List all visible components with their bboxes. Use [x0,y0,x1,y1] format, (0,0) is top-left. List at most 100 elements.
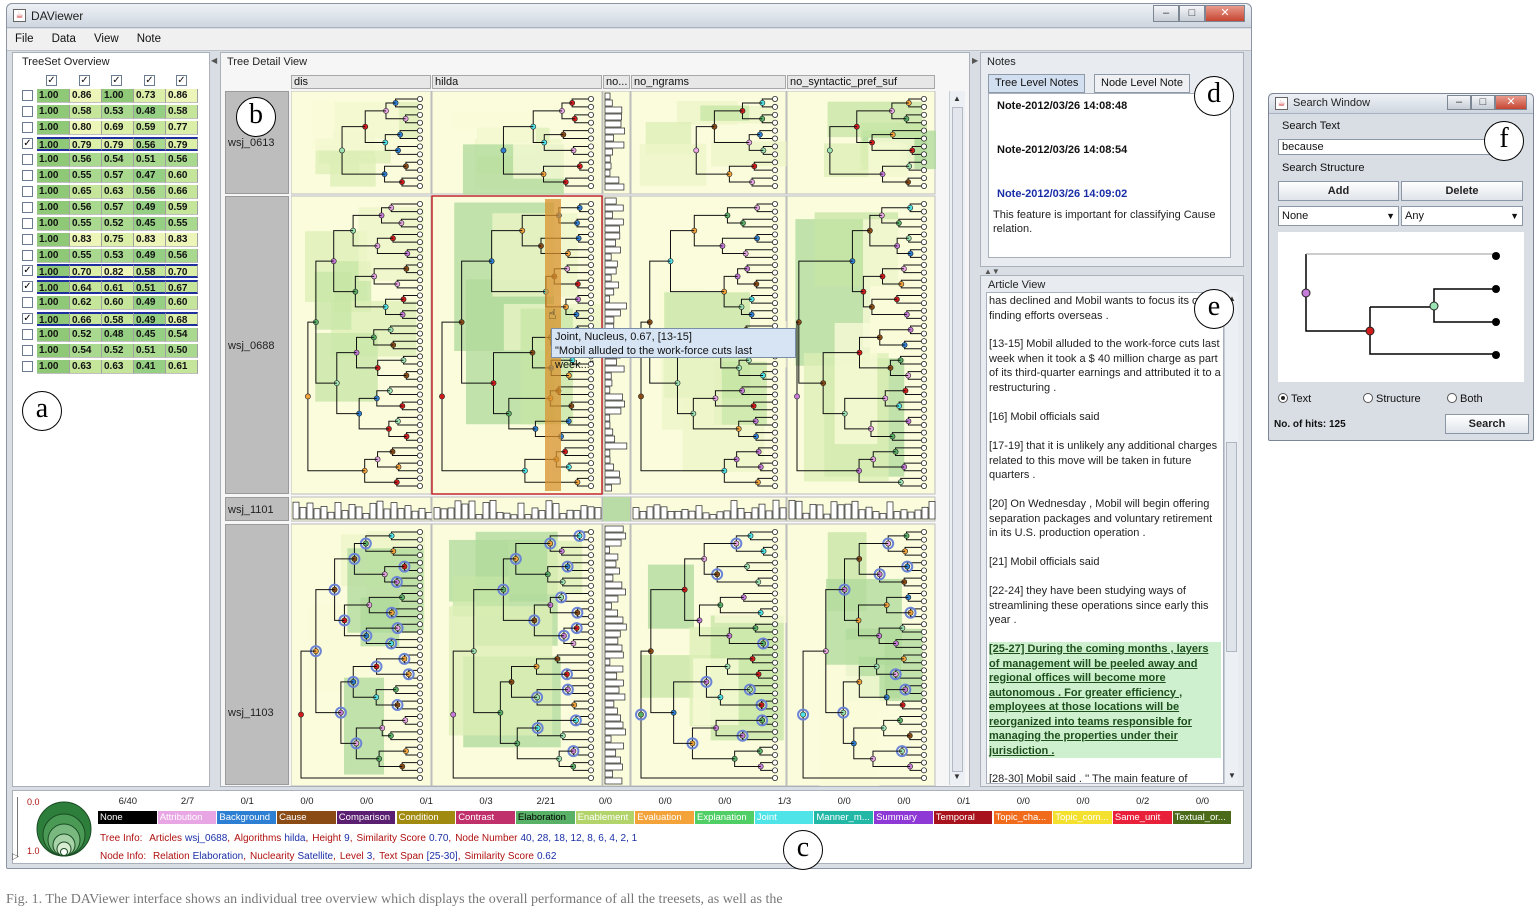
legend-relation-none[interactable]: None [98,811,158,824]
tab-node-level-note[interactable]: Node Level Note [1094,74,1190,93]
add-button[interactable]: Add [1278,181,1399,201]
legend-relation-textual-or[interactable]: Textual_or... [1172,811,1233,824]
detail-scrollbar[interactable]: ▲ ▼ [949,91,965,785]
legend-relation-contrast[interactable]: Contrast [456,811,516,824]
column-check-4[interactable]: ✓ [144,75,155,86]
treeset-row[interactable]: 1.00 0.65 0.63 0.56 0.66 [22,184,198,199]
scroll-thumb[interactable] [952,107,963,772]
treeset-cell[interactable]: 0.56 [166,248,198,263]
treeset-row[interactable]: 1.00 0.62 0.60 0.49 0.60 [22,296,198,311]
treeset-row[interactable]: 1.00 0.56 0.57 0.49 0.59 [22,200,198,215]
treeset-cell[interactable]: 1.00 [37,344,70,359]
treeset-cell[interactable]: 0.52 [70,328,102,343]
chevron-down-icon[interactable]: ▼ [1510,207,1519,225]
treeset-row[interactable]: 1.00 0.54 0.52 0.51 0.50 [22,344,198,359]
column-header-no-syntactic[interactable]: no_syntactic_pref_suf [787,75,935,89]
search-minimize-button[interactable]: – [1447,95,1471,110]
splitter-arrows-icon[interactable]: ▲▼ [984,267,1000,276]
legend-relation-condition[interactable]: Condition [396,811,457,824]
treeset-cell[interactable]: 0.66 [166,184,198,199]
tree-cell[interactable] [291,195,432,495]
column-header-no[interactable]: no... [603,75,630,89]
close-button[interactable]: ✕ [1205,5,1245,22]
treeset-cell[interactable]: 0.56 [134,136,166,151]
treeset-cell[interactable]: 0.45 [134,328,166,343]
treeset-cell[interactable]: 1.00 [37,89,70,103]
row-checkbox[interactable] [22,121,33,133]
column-check-3[interactable]: ✓ [111,75,122,86]
legend-relation-joint[interactable]: Joint [754,811,815,824]
scroll-down-icon[interactable]: ▼ [951,771,963,783]
menu-note[interactable]: Note [129,29,168,45]
treeset-cell[interactable]: 0.51 [134,152,166,167]
radio-structure[interactable]: Structure [1363,393,1421,405]
tree-cell[interactable] [602,523,631,786]
treeset-cell[interactable]: 0.60 [166,296,198,311]
row-checkbox[interactable] [22,90,33,101]
treeset-row[interactable]: 1.00 0.55 0.52 0.45 0.55 [22,216,198,231]
collapse-right-icon[interactable]: ▶ [972,56,978,65]
treeset-row[interactable]: 1.00 0.63 0.63 0.41 0.61 [22,360,198,375]
row-checkbox[interactable] [22,169,33,181]
treeset-cell[interactable]: 1.00 [37,248,70,263]
treeset-cell[interactable]: 0.57 [102,168,134,183]
treeset-cell[interactable]: 0.58 [134,264,166,279]
treeset-cell[interactable]: 0.79 [102,136,134,151]
row-checkbox[interactable] [22,249,33,261]
treeset-cell[interactable]: 0.56 [134,184,166,199]
treeset-cell[interactable]: 0.57 [102,200,134,215]
treeset-cell[interactable]: 0.49 [134,248,166,263]
treeset-cell[interactable]: 0.73 [134,89,166,103]
treeset-cell[interactable]: 1.00 [37,104,70,119]
column-header-dis[interactable]: dis [291,75,431,89]
treeset-cell[interactable]: 0.55 [166,216,198,231]
tree-cell[interactable] [786,523,936,786]
treeset-cell[interactable]: 0.67 [166,280,198,295]
treeset-cell[interactable]: 1.00 [37,168,70,183]
tab-tree-level-notes[interactable]: Tree Level Notes [988,74,1086,93]
treeset-cell[interactable]: 1.00 [37,280,70,295]
row-checkbox[interactable] [22,105,33,117]
legend-relation-summary[interactable]: Summary [874,811,934,824]
radio-both[interactable]: Both [1447,393,1483,405]
legend-relation-topic-com[interactable]: Topic_com... [1053,811,1113,824]
treeset-cell[interactable]: 0.62 [70,296,102,311]
treeset-cell[interactable]: 0.56 [166,152,198,167]
treeset-cell[interactable]: 1.00 [37,264,70,279]
scroll-thumb[interactable] [1226,442,1237,652]
treeset-row[interactable]: 1.00 0.83 0.75 0.83 0.83 [22,232,198,247]
treeset-row[interactable]: 1.00 0.52 0.48 0.45 0.54 [22,328,198,343]
tree-cell[interactable] [602,91,631,195]
treeset-cell[interactable]: 0.55 [70,216,102,231]
structure-canvas[interactable] [1278,232,1524,382]
legend-relation-comparison[interactable]: Comparison [336,811,397,824]
treeset-cell[interactable]: 0.45 [134,216,166,231]
legend-relation-temporal[interactable]: Temporal [933,811,994,824]
tree-cell[interactable] [431,91,603,195]
treeset-cell[interactable]: 0.49 [134,296,166,311]
article-text-area[interactable]: has declined and Mobil wants to focus it… [986,292,1224,784]
treeset-row[interactable]: ✓ 1.00 0.64 0.61 0.51 0.67 [22,280,198,295]
treeset-cell[interactable]: 0.52 [102,216,134,231]
treeset-cell[interactable]: 1.00 [37,296,70,311]
treeset-cell[interactable]: 1.00 [37,328,70,343]
chevron-down-icon[interactable]: ▼ [1386,207,1395,225]
treeset-cell[interactable]: 0.51 [134,280,166,295]
column-check-1[interactable]: ✓ [46,75,57,86]
row-checkbox[interactable] [22,233,33,245]
treeset-row[interactable]: ✓ 1.00 0.79 0.79 0.56 0.79 [22,136,198,151]
treeset-cell[interactable]: 0.49 [134,200,166,215]
treeset-cell[interactable]: 0.69 [102,120,134,135]
note-entry-3-selected[interactable]: Note-2012/03/26 14:09:02 [997,188,1127,200]
treeset-cell[interactable]: 0.61 [166,360,198,375]
row-header-wsj-1101[interactable]: wsj_1101 [225,497,289,521]
treeset-cell[interactable]: 1.00 [37,360,70,375]
tree-cell[interactable] [786,195,936,495]
tree-cell[interactable] [431,496,603,522]
treeset-cell[interactable]: 0.58 [70,104,102,119]
treeset-cell[interactable]: 0.86 [70,89,102,103]
treeset-row[interactable]: 1.00 0.86 1.00 0.73 0.86 [22,89,198,103]
legend-relation-evaluation[interactable]: Evaluation [635,811,695,824]
treeset-cell[interactable]: 0.53 [102,248,134,263]
maximize-button[interactable]: □ [1179,5,1205,22]
